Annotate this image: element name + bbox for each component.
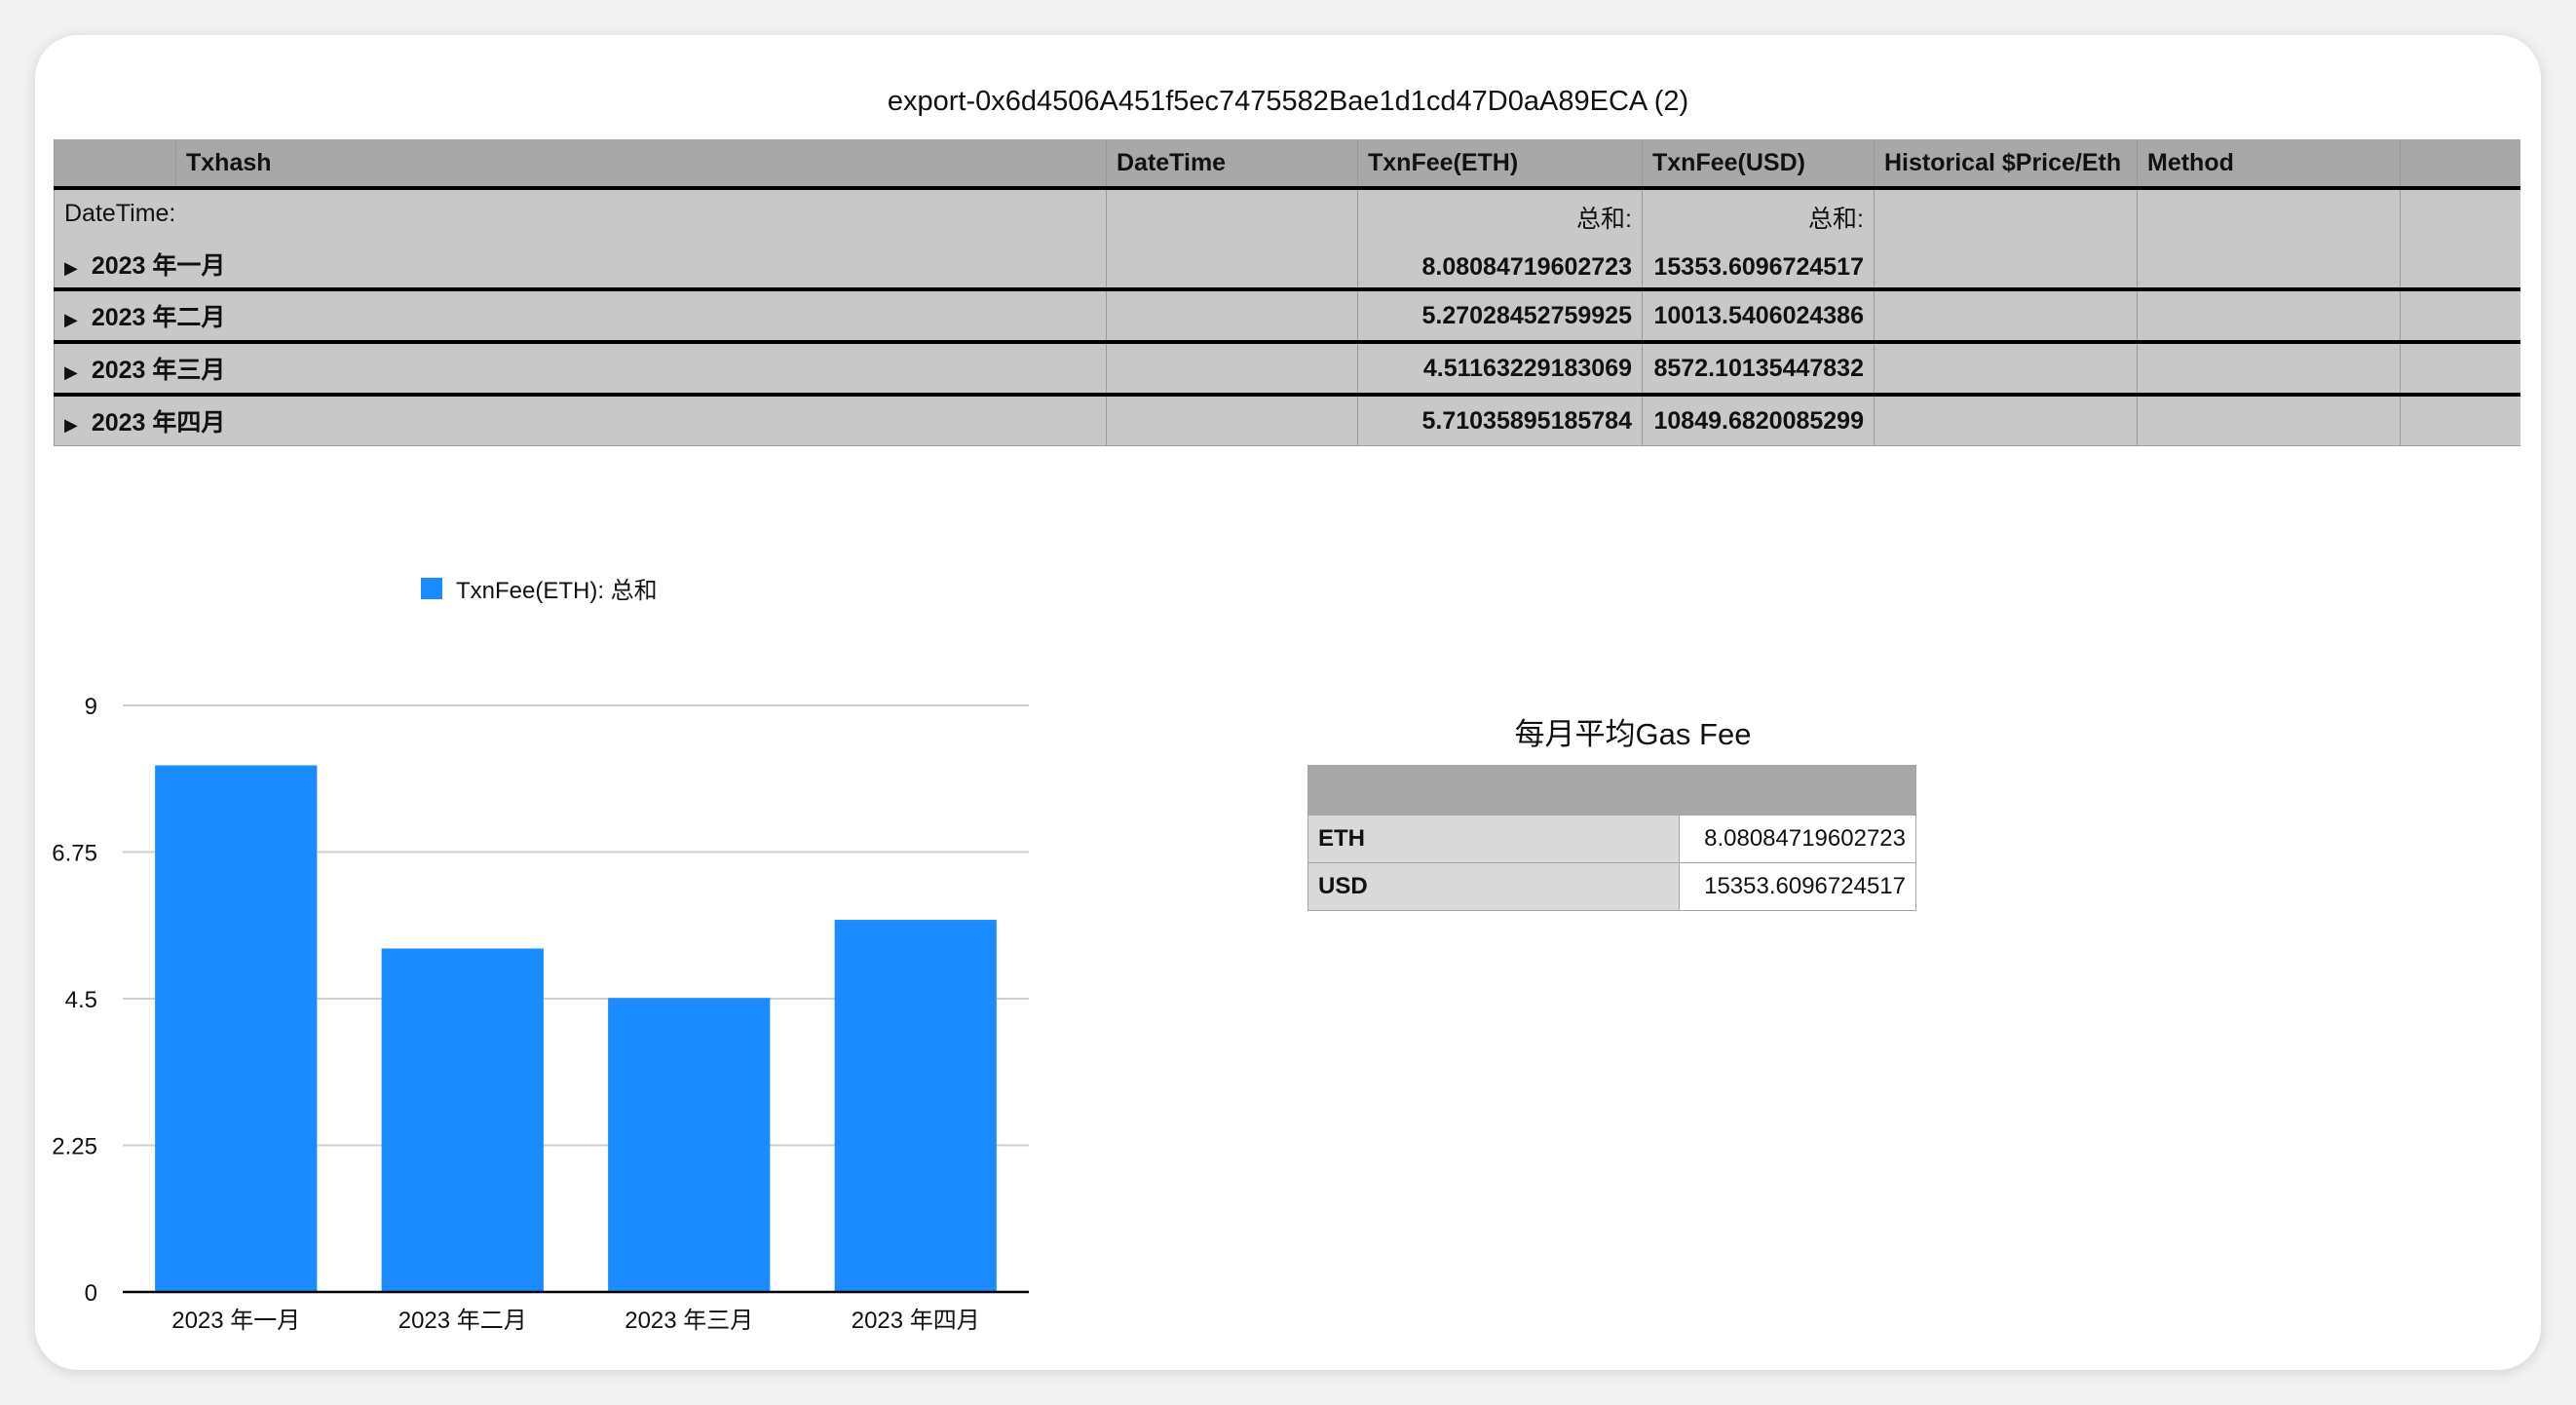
- pivot-value-eth[interactable]: 4.51163229183069: [1357, 342, 1643, 397]
- pivot-cell-price[interactable]: [1874, 188, 2138, 291]
- pivot-cell-end[interactable]: [2400, 188, 2520, 291]
- pivot-cell-end[interactable]: [2400, 342, 2520, 397]
- summary-key-usd[interactable]: USD: [1307, 862, 1680, 911]
- pivot-header-datetime[interactable]: DateTime: [1106, 139, 1358, 190]
- summary-table[interactable]: ETH 8.08084719602723 USD 15353.609672451…: [1307, 765, 1916, 911]
- pivot-row-label: 2023 年二月: [91, 304, 226, 331]
- bar[interactable]: [155, 765, 318, 1292]
- pivot-header-blank-end[interactable]: [2400, 139, 2520, 190]
- pivot-value-usd[interactable]: 8572.10135447832: [1642, 342, 1875, 397]
- bar[interactable]: [834, 920, 997, 1292]
- pivot-cell-datetime[interactable]: [1106, 342, 1358, 397]
- summary-row-usd: USD 15353.6096724517: [1307, 862, 1916, 911]
- pivot-cell-price[interactable]: [1874, 289, 2138, 344]
- pivot-value-usd[interactable]: 10013.5406024386: [1642, 289, 1875, 344]
- spreadsheet-canvas: export-0x6d4506A451f5ec7475582Bae1d1cd47…: [35, 35, 2541, 1370]
- y-tick-label: 2.25: [52, 1134, 97, 1160]
- pivot-value-usd: 15353.6096724517: [1653, 253, 1864, 281]
- expand-triangle-icon[interactable]: ▶: [64, 415, 78, 435]
- pivot-cell-end[interactable]: [2400, 395, 2520, 446]
- pivot-cell-datetime[interactable]: [1106, 289, 1358, 344]
- summary-key-eth[interactable]: ETH: [1307, 815, 1680, 863]
- pivot-table[interactable]: Txhash DateTime TxnFee(ETH) TxnFee(USD) …: [54, 139, 2520, 446]
- pivot-value-usd[interactable]: 10849.6820085299: [1642, 395, 1875, 446]
- x-tick-label: 2023 年二月: [398, 1308, 527, 1334]
- pivot-cell-price[interactable]: [1874, 342, 2138, 397]
- pivot-cell-datetime[interactable]: [1106, 188, 1358, 291]
- x-tick-label: 2023 年三月: [625, 1308, 753, 1334]
- expand-triangle-icon[interactable]: ▶: [64, 258, 78, 278]
- y-tick-label: 6.75: [52, 841, 97, 867]
- summary-header-cell[interactable]: [1679, 765, 1916, 816]
- summary-header-row: [1307, 765, 1916, 816]
- bar-chart[interactable]: 0 2.25 4.5 6.75 9 2023 年一月 2023 年二月 2023 年三月 202…: [35, 561, 1107, 1360]
- summary-header-cell[interactable]: [1307, 765, 1680, 816]
- pivot-cell-price[interactable]: [1874, 395, 2138, 446]
- y-tick-label: 9: [85, 694, 97, 720]
- pivot-value-eth[interactable]: 5.27028452759925: [1357, 289, 1643, 344]
- pivot-row-2023-apr[interactable]: ▶ 2023 年四月 5.71035895185784 10849.6820085…: [54, 395, 2520, 446]
- pivot-row-label-cell[interactable]: ▶ 2023 年二月: [54, 289, 1107, 344]
- pivot-row-label-cell[interactable]: ▶ 2023 年三月: [54, 342, 1107, 397]
- pivot-cell-datetime[interactable]: [1106, 395, 1358, 446]
- pivot-row-2023-mar[interactable]: ▶ 2023 年三月 4.51163229183069 8572.10135447…: [54, 342, 2520, 397]
- sum-label-usd: 总和:: [1808, 206, 1864, 233]
- pivot-header-txnfee-usd[interactable]: TxnFee(USD): [1642, 139, 1875, 190]
- pivot-cell-method[interactable]: [2137, 188, 2401, 291]
- x-tick-label: 2023 年一月: [171, 1308, 300, 1334]
- pivot-value-eth[interactable]: 5.71035895185784: [1357, 395, 1643, 446]
- summary-value-usd[interactable]: 15353.6096724517: [1679, 862, 1916, 911]
- pivot-cell-end[interactable]: [2400, 289, 2520, 344]
- pivot-header-historical-price[interactable]: Historical $Price/Eth: [1874, 139, 2138, 190]
- pivot-cell-method[interactable]: [2137, 289, 2401, 344]
- y-tick-label: 0: [85, 1280, 97, 1307]
- pivot-table-title: export-0x6d4506A451f5ec7475582Bae1d1cd47…: [887, 86, 1689, 117]
- sum-label-eth: 总和:: [1576, 206, 1632, 233]
- pivot-value-eth: 8.08084719602723: [1421, 253, 1632, 281]
- pivot-header-method[interactable]: Method: [2137, 139, 2401, 190]
- pivot-row-label: 2023 年一月: [91, 252, 226, 280]
- summary-row-eth: ETH 8.08084719602723: [1307, 815, 1916, 863]
- summary-value-eth[interactable]: 8.08084719602723: [1679, 815, 1916, 863]
- y-tick-label: 4.5: [65, 987, 97, 1013]
- pivot-cell-usd[interactable]: 总和: 15353.6096724517: [1642, 188, 1875, 291]
- pivot-header-txhash[interactable]: Txhash: [175, 139, 1107, 190]
- pivot-header-txnfee-eth[interactable]: TxnFee(ETH): [1357, 139, 1643, 190]
- expand-triangle-icon[interactable]: ▶: [64, 310, 78, 329]
- pivot-header-row: Txhash DateTime TxnFee(ETH) TxnFee(USD) …: [54, 139, 2520, 190]
- pivot-row-label-cell[interactable]: DateTime: ▶ 2023 年一月: [54, 188, 1107, 291]
- pivot-cell-method[interactable]: [2137, 342, 2401, 397]
- pivot-row-label-cell[interactable]: ▶ 2023 年四月: [54, 395, 1107, 446]
- pivot-row-label: 2023 年三月: [91, 357, 226, 384]
- pivot-row-label: 2023 年四月: [91, 409, 226, 437]
- summary-title: 每月平均Gas Fee: [1514, 717, 1752, 751]
- pivot-header-blank[interactable]: [54, 139, 176, 190]
- x-tick-label: 2023 年四月: [852, 1308, 980, 1334]
- pivot-row-2023-jan[interactable]: DateTime: ▶ 2023 年一月 总和: 8.08084719602723…: [54, 188, 2520, 291]
- pivot-cell-method[interactable]: [2137, 395, 2401, 446]
- bar[interactable]: [608, 998, 771, 1292]
- expand-triangle-icon[interactable]: ▶: [64, 362, 78, 382]
- bar[interactable]: [381, 948, 544, 1292]
- row-field-label: DateTime:: [64, 200, 176, 227]
- pivot-cell-eth[interactable]: 总和: 8.08084719602723: [1357, 188, 1643, 291]
- pivot-row-2023-feb[interactable]: ▶ 2023 年二月 5.27028452759925 10013.5406024…: [54, 289, 2520, 344]
